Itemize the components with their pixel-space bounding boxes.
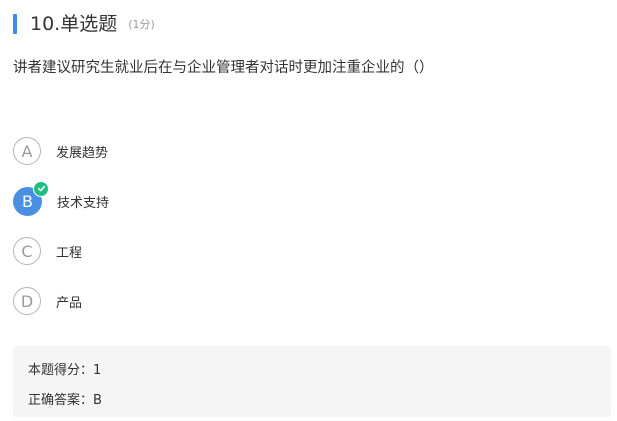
option-b-label: 技术支持 [57, 195, 110, 211]
question-title: 10.单选题 [30, 13, 118, 35]
option-d-radio[interactable]: D [13, 287, 41, 315]
option-c-label: 工程 [56, 245, 83, 261]
answer-line: 正确答案：B [28, 389, 102, 408]
question-score: (1分) [128, 18, 155, 31]
options-list: A 发展趋势 B 技术支持 C 工程 D 产品 [13, 136, 109, 336]
option-c-radio[interactable]: C [13, 237, 41, 265]
check-icon [33, 180, 49, 197]
option-a-radio[interactable]: A [13, 137, 41, 165]
option-b[interactable]: B 技术支持 [13, 180, 110, 216]
answer-label: 正确答案： [28, 393, 94, 408]
question-header: 10.单选题 (1分) [13, 13, 155, 35]
option-a-label: 发展趋势 [56, 145, 109, 161]
result-panel: 本题得分：1 正确答案：B [13, 346, 611, 417]
option-d[interactable]: D 产品 [13, 286, 109, 316]
title-accent-bar [13, 14, 17, 34]
option-c[interactable]: C 工程 [13, 236, 109, 266]
score-value: 1 [93, 363, 102, 378]
option-a-letter: A [21, 141, 33, 161]
score-label: 本题得分： [28, 363, 94, 378]
option-a[interactable]: A 发展趋势 [13, 136, 109, 166]
answer-value: B [93, 393, 102, 408]
option-b-letter: B [22, 191, 33, 211]
option-d-letter: D [20, 291, 34, 311]
option-c-letter: C [21, 241, 33, 261]
score-line: 本题得分：1 [28, 359, 101, 378]
option-d-label: 产品 [56, 295, 83, 311]
question-stem: 讲者建议研究生就业后在与企业管理者对话时更加注重企业的（） [13, 60, 434, 76]
option-b-radio[interactable]: B [13, 180, 49, 216]
